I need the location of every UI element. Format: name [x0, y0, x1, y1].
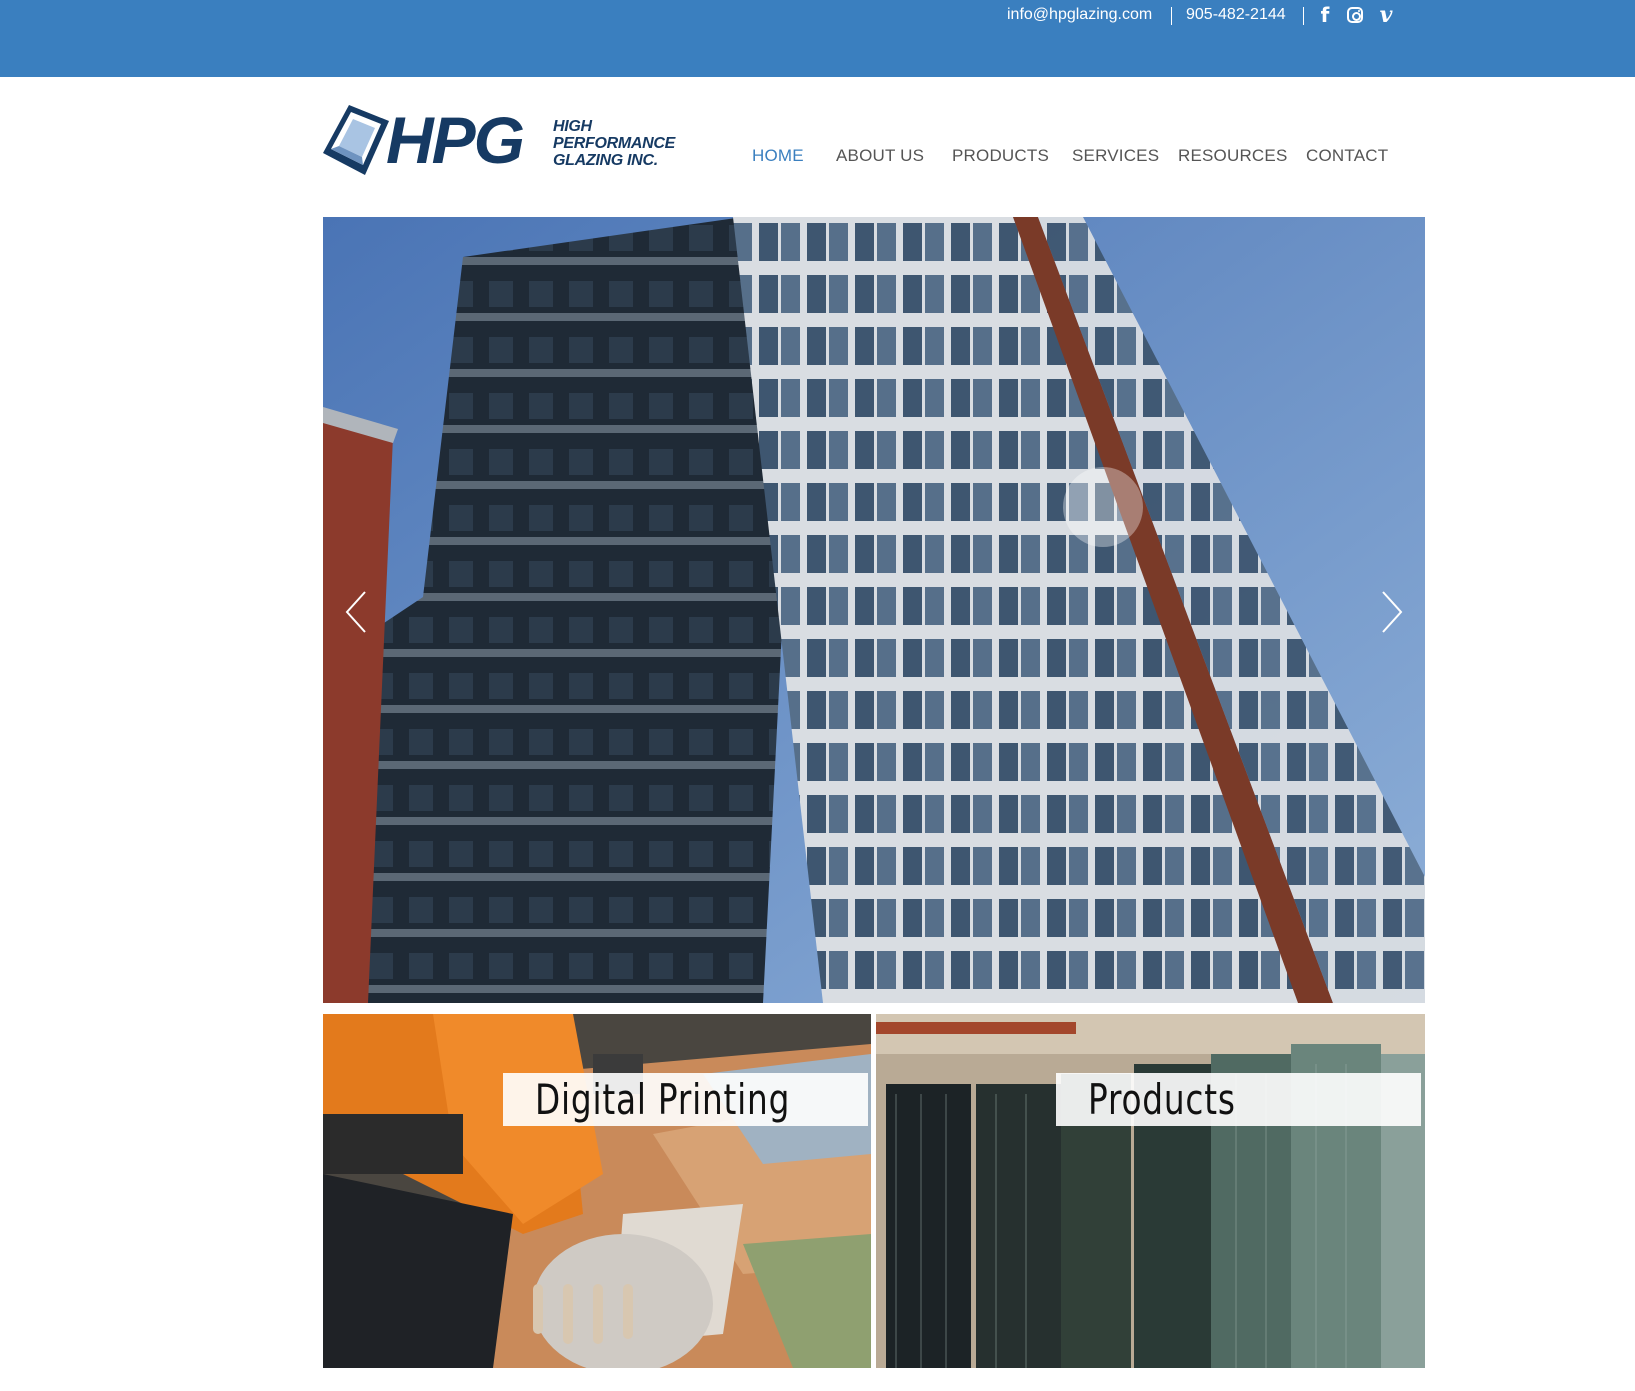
vimeo-icon[interactable]: v — [1374, 2, 1398, 28]
top-bar: info@hpglazing.com 905-482-2144 f v — [0, 0, 1635, 77]
chevron-left-icon — [345, 591, 366, 633]
divider — [1171, 7, 1172, 25]
logo-line-high: HIGH — [553, 118, 592, 135]
slideshow-next-button[interactable] — [1373, 582, 1413, 642]
nav-about-us[interactable]: ABOUT US — [836, 146, 924, 166]
digital-printing-tile[interactable]: Digital Printing — [323, 1014, 871, 1368]
divider — [1303, 7, 1304, 25]
slideshow-prev-button[interactable] — [335, 582, 375, 642]
email-link[interactable]: info@hpglazing.com — [1007, 3, 1152, 27]
nav-products[interactable]: PRODUCTS — [952, 146, 1049, 166]
nav-services[interactable]: SERVICES — [1072, 146, 1159, 166]
glass-products-photo — [876, 1014, 1425, 1368]
nav-contact[interactable]: CONTACT — [1306, 146, 1388, 166]
building-photo — [323, 217, 1425, 1003]
logo-mark-icon — [323, 105, 389, 175]
nav-resources[interactable]: RESOURCES — [1178, 146, 1288, 166]
digital-printing-photo — [323, 1014, 871, 1368]
facebook-icon[interactable]: f — [1313, 3, 1337, 27]
digital-printing-label: Digital Printing — [503, 1073, 868, 1126]
logo-hpg-text: HPG — [386, 103, 525, 177]
products-label: Products — [1056, 1073, 1421, 1126]
chevron-right-icon — [1382, 591, 1403, 633]
company-logo[interactable]: HPG HIGH PERFORMANCE GLAZING INC. — [321, 103, 686, 178]
products-tile[interactable]: Products — [876, 1014, 1425, 1368]
hero-slideshow[interactable] — [323, 217, 1425, 1003]
nav-home[interactable]: HOME — [752, 146, 804, 166]
phone-link[interactable]: 905-482-2144 — [1186, 3, 1286, 27]
instagram-icon[interactable] — [1343, 3, 1367, 27]
logo-line-performance: PERFORMANCE — [553, 135, 676, 152]
logo-line-glazing: GLAZING INC. — [553, 152, 658, 169]
logo-subtitle: HIGH PERFORMANCE GLAZING INC. — [553, 118, 675, 169]
